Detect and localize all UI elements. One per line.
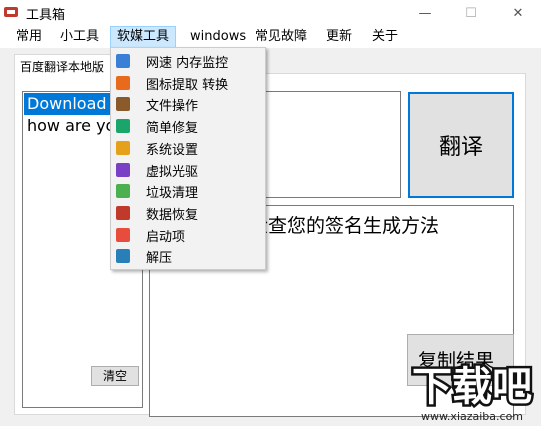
dropdown-item-label[interactable]: 系统设置 — [146, 139, 198, 158]
dropdown-item-label[interactable]: 垃圾清理 — [146, 182, 198, 201]
app-icon — [4, 7, 18, 17]
minimize-button[interactable]: — — [402, 0, 448, 26]
clear-button[interactable]: 清空 — [91, 366, 139, 386]
dropdown-item-label[interactable]: 虚拟光驱 — [146, 161, 198, 180]
menu-small-tools[interactable]: 小工具 — [54, 26, 105, 48]
data-recovery-icon — [116, 206, 130, 220]
repair-icon — [116, 119, 130, 133]
dropdown-item-label[interactable]: 文件操作 — [146, 95, 198, 114]
dropdown-item-label[interactable]: 图标提取 转换 — [146, 74, 228, 93]
dropdown-item-label[interactable]: 数据恢复 — [146, 204, 198, 223]
cleanup-icon — [116, 184, 130, 198]
dropdown-item-label[interactable]: 解压 — [146, 247, 172, 266]
virtual-drive-icon — [116, 163, 130, 177]
menu-about[interactable]: 关于 — [366, 26, 404, 48]
file-ops-icon — [116, 97, 130, 111]
menu-update[interactable]: 更新 — [320, 26, 358, 48]
svg-text:下载吧: 下载吧 — [412, 364, 532, 410]
menu-common[interactable]: 常用 — [10, 26, 48, 48]
svg-text:www.xiazaiba.com: www.xiazaiba.com — [421, 410, 523, 423]
icon-extract-icon — [116, 76, 130, 90]
translate-button[interactable]: 翻译 — [408, 92, 514, 198]
dropdown-item-label[interactable]: 启动项 — [146, 226, 185, 245]
network-monitor-icon — [116, 54, 130, 68]
system-settings-icon — [116, 141, 130, 155]
menu-windows[interactable]: windows — [184, 26, 252, 48]
close-button[interactable]: ✕ — [495, 0, 541, 26]
menu-common-faults[interactable]: 常见故障 — [249, 26, 313, 48]
startup-icon — [116, 228, 130, 242]
dropdown-item-label[interactable]: 简单修复 — [146, 117, 198, 136]
tab-baidu-translate[interactable]: 百度翻译本地版 — [14, 54, 118, 74]
menu-ruanmei-tools[interactable]: 软媒工具 — [110, 26, 177, 48]
unzip-icon — [116, 249, 130, 263]
dropdown-item-label[interactable]: 网速 内存监控 — [146, 52, 228, 71]
maximize-button[interactable]: ☐ — [448, 0, 494, 26]
xiazaiba-watermark-logo: 下载吧 www.xiazaiba.com — [410, 362, 535, 423]
window-title: 工具箱 — [26, 8, 66, 23]
